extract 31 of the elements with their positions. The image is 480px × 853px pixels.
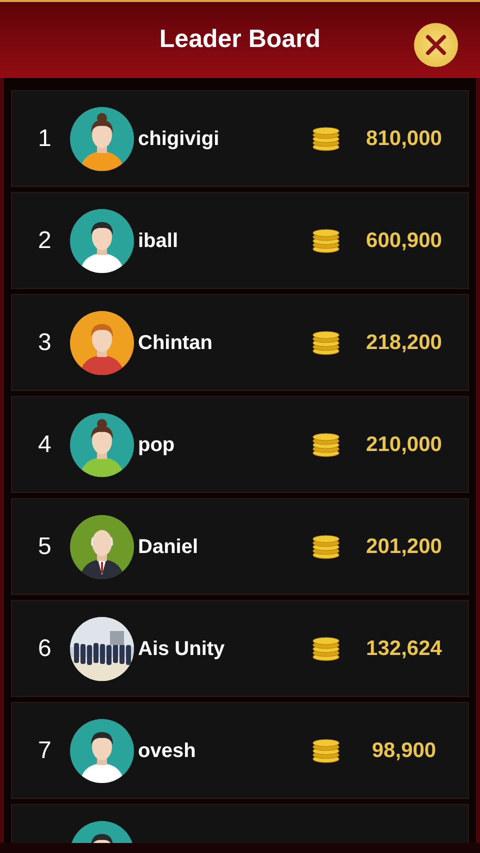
- coin-stack-icon: [312, 330, 340, 354]
- coin-score: 201,200: [365, 534, 443, 560]
- player-name: Ais Unity: [138, 636, 225, 662]
- coin-score: 810,000: [365, 126, 443, 152]
- rank: 4: [38, 430, 52, 460]
- rank: 7: [38, 736, 52, 766]
- close-button[interactable]: [414, 23, 458, 67]
- coin-stack-icon: [312, 738, 340, 762]
- coin-stack-icon: [312, 534, 340, 558]
- player-name: Daniel: [138, 534, 198, 560]
- coin-score: 600,900: [365, 228, 443, 254]
- coin-score: 218,200: [365, 330, 443, 356]
- coin-score: 132,624: [365, 636, 443, 662]
- rank: 1: [38, 124, 52, 154]
- coin-score: 210,000: [365, 432, 443, 458]
- player-name: chigivigi: [138, 126, 220, 152]
- title: Leader Board: [159, 24, 321, 56]
- rank: 3: [38, 328, 52, 358]
- player-name: pop: [138, 432, 175, 458]
- rank: 2: [38, 226, 52, 256]
- close-icon: [425, 34, 447, 56]
- coin-stack-icon: [312, 228, 340, 252]
- rank: 5: [38, 532, 52, 562]
- player-name: iball: [138, 228, 178, 254]
- coin-stack-icon: [312, 636, 340, 660]
- player-name: ovesh: [138, 738, 196, 764]
- player-name: Chintan: [138, 330, 212, 356]
- rank: 6: [38, 634, 52, 664]
- coin-stack-icon: [312, 126, 340, 150]
- coin-stack-icon: [312, 432, 340, 456]
- coin-score: 98,900: [370, 738, 438, 764]
